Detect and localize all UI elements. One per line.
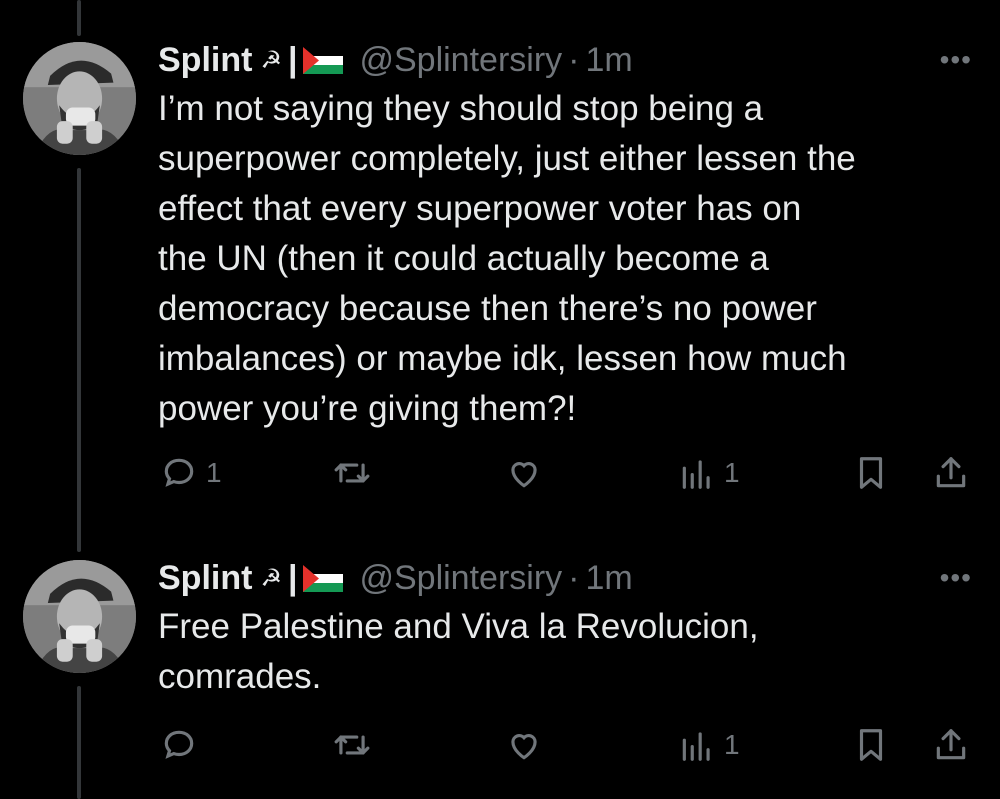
views-button[interactable]: 1 bbox=[678, 726, 740, 764]
timestamp[interactable]: 1m bbox=[585, 559, 632, 598]
share-button[interactable] bbox=[932, 726, 970, 764]
palestine-flag-icon bbox=[303, 46, 344, 74]
action-bar: 1 1 bbox=[0, 454, 1000, 494]
like-button[interactable] bbox=[505, 454, 543, 492]
name-separator: | bbox=[287, 40, 298, 79]
separator-dot: · bbox=[568, 558, 580, 597]
bookmark-icon bbox=[859, 729, 883, 761]
retweet-icon bbox=[334, 463, 370, 483]
share-icon bbox=[936, 457, 966, 488]
reply-button[interactable]: 1 bbox=[160, 454, 222, 492]
tweet-header: Splint ☭ | @Splintersiry · 1m bbox=[158, 556, 633, 600]
reply-button[interactable] bbox=[160, 726, 206, 764]
retweet-button[interactable] bbox=[333, 726, 371, 764]
display-name[interactable]: Splint bbox=[158, 559, 252, 598]
tweet[interactable]: Splint ☭ | @Splintersiry · 1m ••• Free P… bbox=[0, 520, 1000, 799]
views-icon bbox=[682, 460, 710, 489]
share-icon bbox=[936, 729, 966, 760]
retweet-icon bbox=[334, 735, 370, 755]
palestine-flag-icon bbox=[303, 564, 344, 592]
handle[interactable]: @Splintersiry bbox=[359, 41, 562, 80]
separator-dot: · bbox=[568, 40, 580, 79]
avatar[interactable] bbox=[23, 42, 136, 155]
hammer-sickle-emoji: ☭ bbox=[260, 564, 282, 592]
bookmark-button[interactable] bbox=[852, 726, 890, 764]
avatar[interactable] bbox=[23, 560, 136, 673]
tweet[interactable]: Splint ☭ | @Splintersiry · 1m ••• I’m no… bbox=[0, 0, 1000, 520]
more-options-icon[interactable]: ••• bbox=[940, 562, 972, 594]
tweet-header: Splint ☭ | @Splintersiry · 1m bbox=[158, 38, 633, 82]
bookmark-button[interactable] bbox=[852, 454, 890, 492]
like-icon bbox=[511, 734, 537, 760]
name-separator: | bbox=[287, 558, 298, 597]
bookmark-icon bbox=[859, 457, 883, 489]
more-options-icon[interactable]: ••• bbox=[940, 44, 972, 76]
action-bar: 1 bbox=[0, 726, 1000, 766]
timestamp[interactable]: 1m bbox=[585, 41, 632, 80]
tweet-text: I’m not saying they should stop being a … bbox=[158, 89, 856, 428]
view-count: 1 bbox=[724, 457, 740, 488]
tweet-text: Free Palestine and Viva la Revolucion, c… bbox=[158, 607, 759, 696]
views-icon bbox=[682, 732, 710, 761]
share-button[interactable] bbox=[932, 454, 970, 492]
retweet-button[interactable] bbox=[333, 454, 371, 492]
like-button[interactable] bbox=[505, 726, 543, 764]
view-count: 1 bbox=[724, 729, 740, 760]
reply-icon bbox=[164, 730, 194, 759]
reply-count: 1 bbox=[206, 457, 222, 488]
hammer-sickle-emoji: ☭ bbox=[260, 46, 282, 74]
display-name[interactable]: Splint bbox=[158, 41, 252, 80]
handle[interactable]: @Splintersiry bbox=[359, 559, 562, 598]
like-icon bbox=[511, 462, 537, 488]
reply-icon bbox=[164, 458, 194, 487]
views-button[interactable]: 1 bbox=[678, 454, 740, 492]
